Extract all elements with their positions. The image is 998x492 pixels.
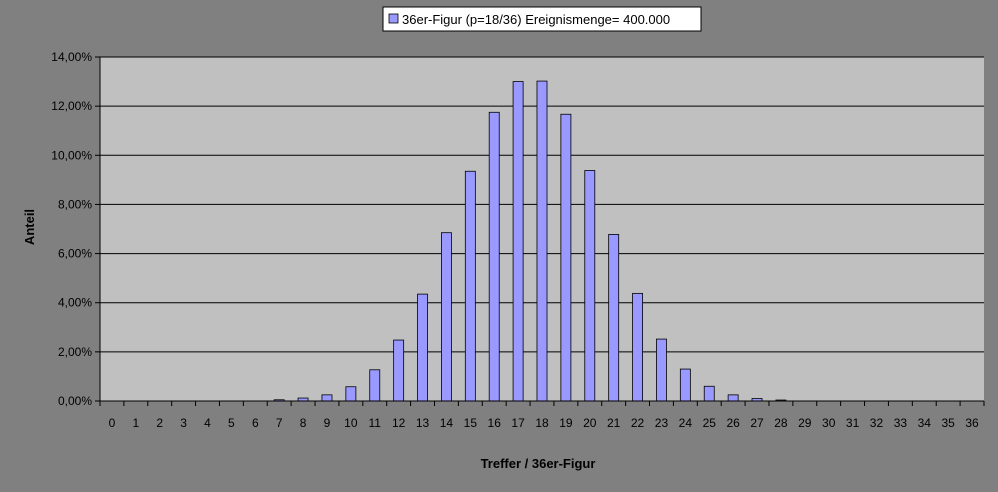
x-tick-label: 31 xyxy=(846,416,860,430)
bar-chart: 0,00% 2,00% 4,00% 6,00% 8,00% 10,00% 12,00% 14,… xyxy=(22,6,985,471)
bar xyxy=(464,170,476,402)
x-tick-label: 36 xyxy=(965,416,979,430)
x-tick-label: 8 xyxy=(300,416,307,430)
x-tick-label: 21 xyxy=(607,416,621,430)
x-tick-label: 33 xyxy=(894,416,908,430)
bar xyxy=(393,339,405,402)
legend: 36er-Figur (p=18/36) Ereignismenge= 400.… xyxy=(382,6,702,32)
bar xyxy=(656,338,667,402)
bar xyxy=(632,292,643,402)
x-tick-label: 11 xyxy=(369,416,382,430)
bar xyxy=(703,385,715,402)
x-tick-label: 4 xyxy=(204,416,211,430)
y-tick-label: 12,00% xyxy=(51,99,92,113)
x-tick-label: 16 xyxy=(488,416,502,430)
x-tick-label: 35 xyxy=(941,416,955,430)
x-tick-label: 9 xyxy=(324,416,331,430)
x-tick-label: 27 xyxy=(750,416,764,430)
bar xyxy=(512,81,524,402)
x-tick-label: 14 xyxy=(440,416,454,430)
x-tick-label: 5 xyxy=(228,416,235,430)
x-tick-label: 32 xyxy=(870,416,884,430)
x-tick-label: 29 xyxy=(798,416,812,430)
x-tick-label: 28 xyxy=(774,416,788,430)
y-tick-label: 4,00% xyxy=(58,296,92,310)
y-tick-label: 2,00% xyxy=(58,345,92,359)
x-tick-label: 15 xyxy=(464,416,478,430)
x-tick-label: 34 xyxy=(918,416,932,430)
x-tick-label: 0 xyxy=(109,416,116,430)
y-tick-labels: 0,00% 2,00% 4,00% 6,00% 8,00% 10,00% 12,00% 14,… xyxy=(51,50,92,408)
x-axis-title: Treffer / 36er-Figur xyxy=(481,456,596,471)
bar xyxy=(321,394,333,402)
bar xyxy=(345,386,357,402)
bar xyxy=(608,234,620,402)
bar xyxy=(417,293,428,402)
bar xyxy=(369,369,381,402)
bar xyxy=(727,394,739,402)
x-tick-label: 19 xyxy=(559,416,573,430)
x-tick-label: 24 xyxy=(679,416,693,430)
bar xyxy=(441,232,452,402)
bar xyxy=(560,113,572,402)
chart-container: 0,00% 2,00% 4,00% 6,00% 8,00% 10,00% 12,00% 14,… xyxy=(0,0,998,492)
x-tick-label: 26 xyxy=(726,416,740,430)
x-tick-label: 23 xyxy=(655,416,669,430)
x-tick-label: 12 xyxy=(392,416,406,430)
y-tick-label: 6,00% xyxy=(58,247,92,261)
bar xyxy=(536,80,548,402)
y-axis-title: Anteil xyxy=(22,209,37,245)
y-tick-label: 10,00% xyxy=(51,148,92,162)
y-tick-label: 14,00% xyxy=(51,50,92,64)
x-tick-label: 20 xyxy=(583,416,597,430)
y-tick-label: 8,00% xyxy=(58,197,92,211)
x-tick-label: 2 xyxy=(156,416,163,430)
x-tick-label: 30 xyxy=(822,416,836,430)
x-tick-label: 25 xyxy=(703,416,717,430)
y-tick-label: 0,00% xyxy=(58,394,92,408)
legend-label: 36er-Figur (p=18/36) Ereignismenge= 400.… xyxy=(402,12,670,27)
x-tick-label: 17 xyxy=(511,416,525,430)
legend-swatch xyxy=(388,13,399,24)
x-tick-label: 3 xyxy=(180,416,187,430)
x-tick-labels: 0 1 2 3 4 5 6 7 8 9 10 11 12 13 14 15 16 17 18 19 20 21 22 23 24… xyxy=(109,416,979,430)
x-tick-label: 7 xyxy=(276,416,283,430)
x-tick-label: 6 xyxy=(252,416,259,430)
x-tick-label: 18 xyxy=(535,416,549,430)
bar xyxy=(488,111,500,402)
x-tick-label: 10 xyxy=(344,416,358,430)
x-tick-label: 1 xyxy=(132,416,139,430)
x-tick-label: 13 xyxy=(416,416,430,430)
bar xyxy=(679,368,691,402)
x-tick-label: 22 xyxy=(631,416,645,430)
bar xyxy=(584,170,596,402)
